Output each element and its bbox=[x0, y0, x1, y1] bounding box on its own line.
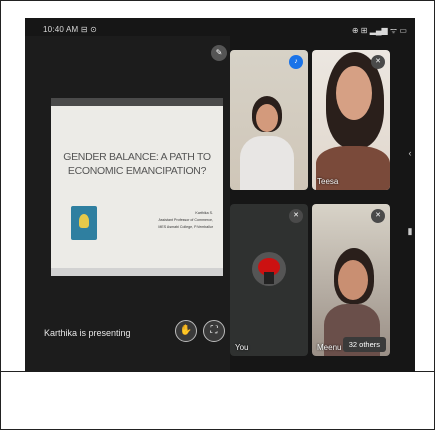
participant-name: Meenu bbox=[317, 343, 342, 352]
side-controls[interactable]: ‹ ▮ bbox=[405, 114, 415, 270]
slide-taskbar bbox=[51, 268, 223, 276]
fullscreen-icon[interactable]: ⛶ bbox=[203, 320, 225, 342]
participant-body bbox=[240, 136, 294, 190]
participant-tile[interactable]: ✕ Meenu 32 others bbox=[312, 204, 390, 356]
author-role: Assistant Professor of Commerce, bbox=[158, 218, 213, 222]
slide-toolbar bbox=[51, 98, 223, 106]
participant-tile[interactable]: ✕ Teesa bbox=[312, 50, 390, 190]
participant-face bbox=[338, 260, 368, 300]
participant-face bbox=[336, 66, 372, 120]
participant-face bbox=[256, 104, 278, 132]
college-logo bbox=[71, 206, 97, 240]
participant-name: Teesa bbox=[317, 177, 339, 186]
presentation-slide: GENDER BALANCE: A PATH TO ECONOMIC EMANC… bbox=[51, 98, 223, 276]
mic-active-icon[interactable]: ♪ bbox=[289, 55, 303, 69]
author-institution: MES Asmabi College, P.Vemballur bbox=[158, 225, 213, 229]
status-time: 10:40 AM ⊟ ⊙ bbox=[43, 25, 98, 34]
slide-author: Karthika S. Assistant Professor of Comme… bbox=[143, 210, 213, 231]
chevron-left-icon[interactable]: ‹ bbox=[405, 114, 415, 192]
pin-icon[interactable]: ✎ bbox=[211, 45, 227, 61]
hand-raise-icon[interactable]: ✋ bbox=[175, 320, 197, 342]
mic-off-icon[interactable]: ✕ bbox=[371, 209, 385, 223]
participant-name: You bbox=[235, 343, 249, 352]
participant-tile-self[interactable]: ✕ You bbox=[230, 204, 308, 356]
meeting-screen: 10:40 AM ⊟ ⊙ ⊕ ⊞ ▂▄▆ ᯤ ▭ ✎ GENDER BALANC… bbox=[25, 18, 415, 372]
mic-off-icon[interactable]: ✕ bbox=[289, 209, 303, 223]
presenting-label: Karthika is presenting bbox=[44, 328, 131, 338]
mic-off-icon[interactable]: ✕ bbox=[371, 55, 385, 69]
author-name: Karthika S. bbox=[195, 211, 213, 215]
avatar bbox=[252, 252, 286, 286]
participant-tile[interactable]: ♪ bbox=[230, 50, 308, 190]
menu-icon[interactable]: ▮ bbox=[405, 192, 415, 270]
status-icons: ⊕ ⊞ ▂▄▆ ᯤ ▭ bbox=[351, 26, 407, 35]
slide-title: GENDER BALANCE: A PATH TO ECONOMIC EMANC… bbox=[63, 151, 211, 177]
others-button[interactable]: 32 others bbox=[342, 337, 386, 352]
